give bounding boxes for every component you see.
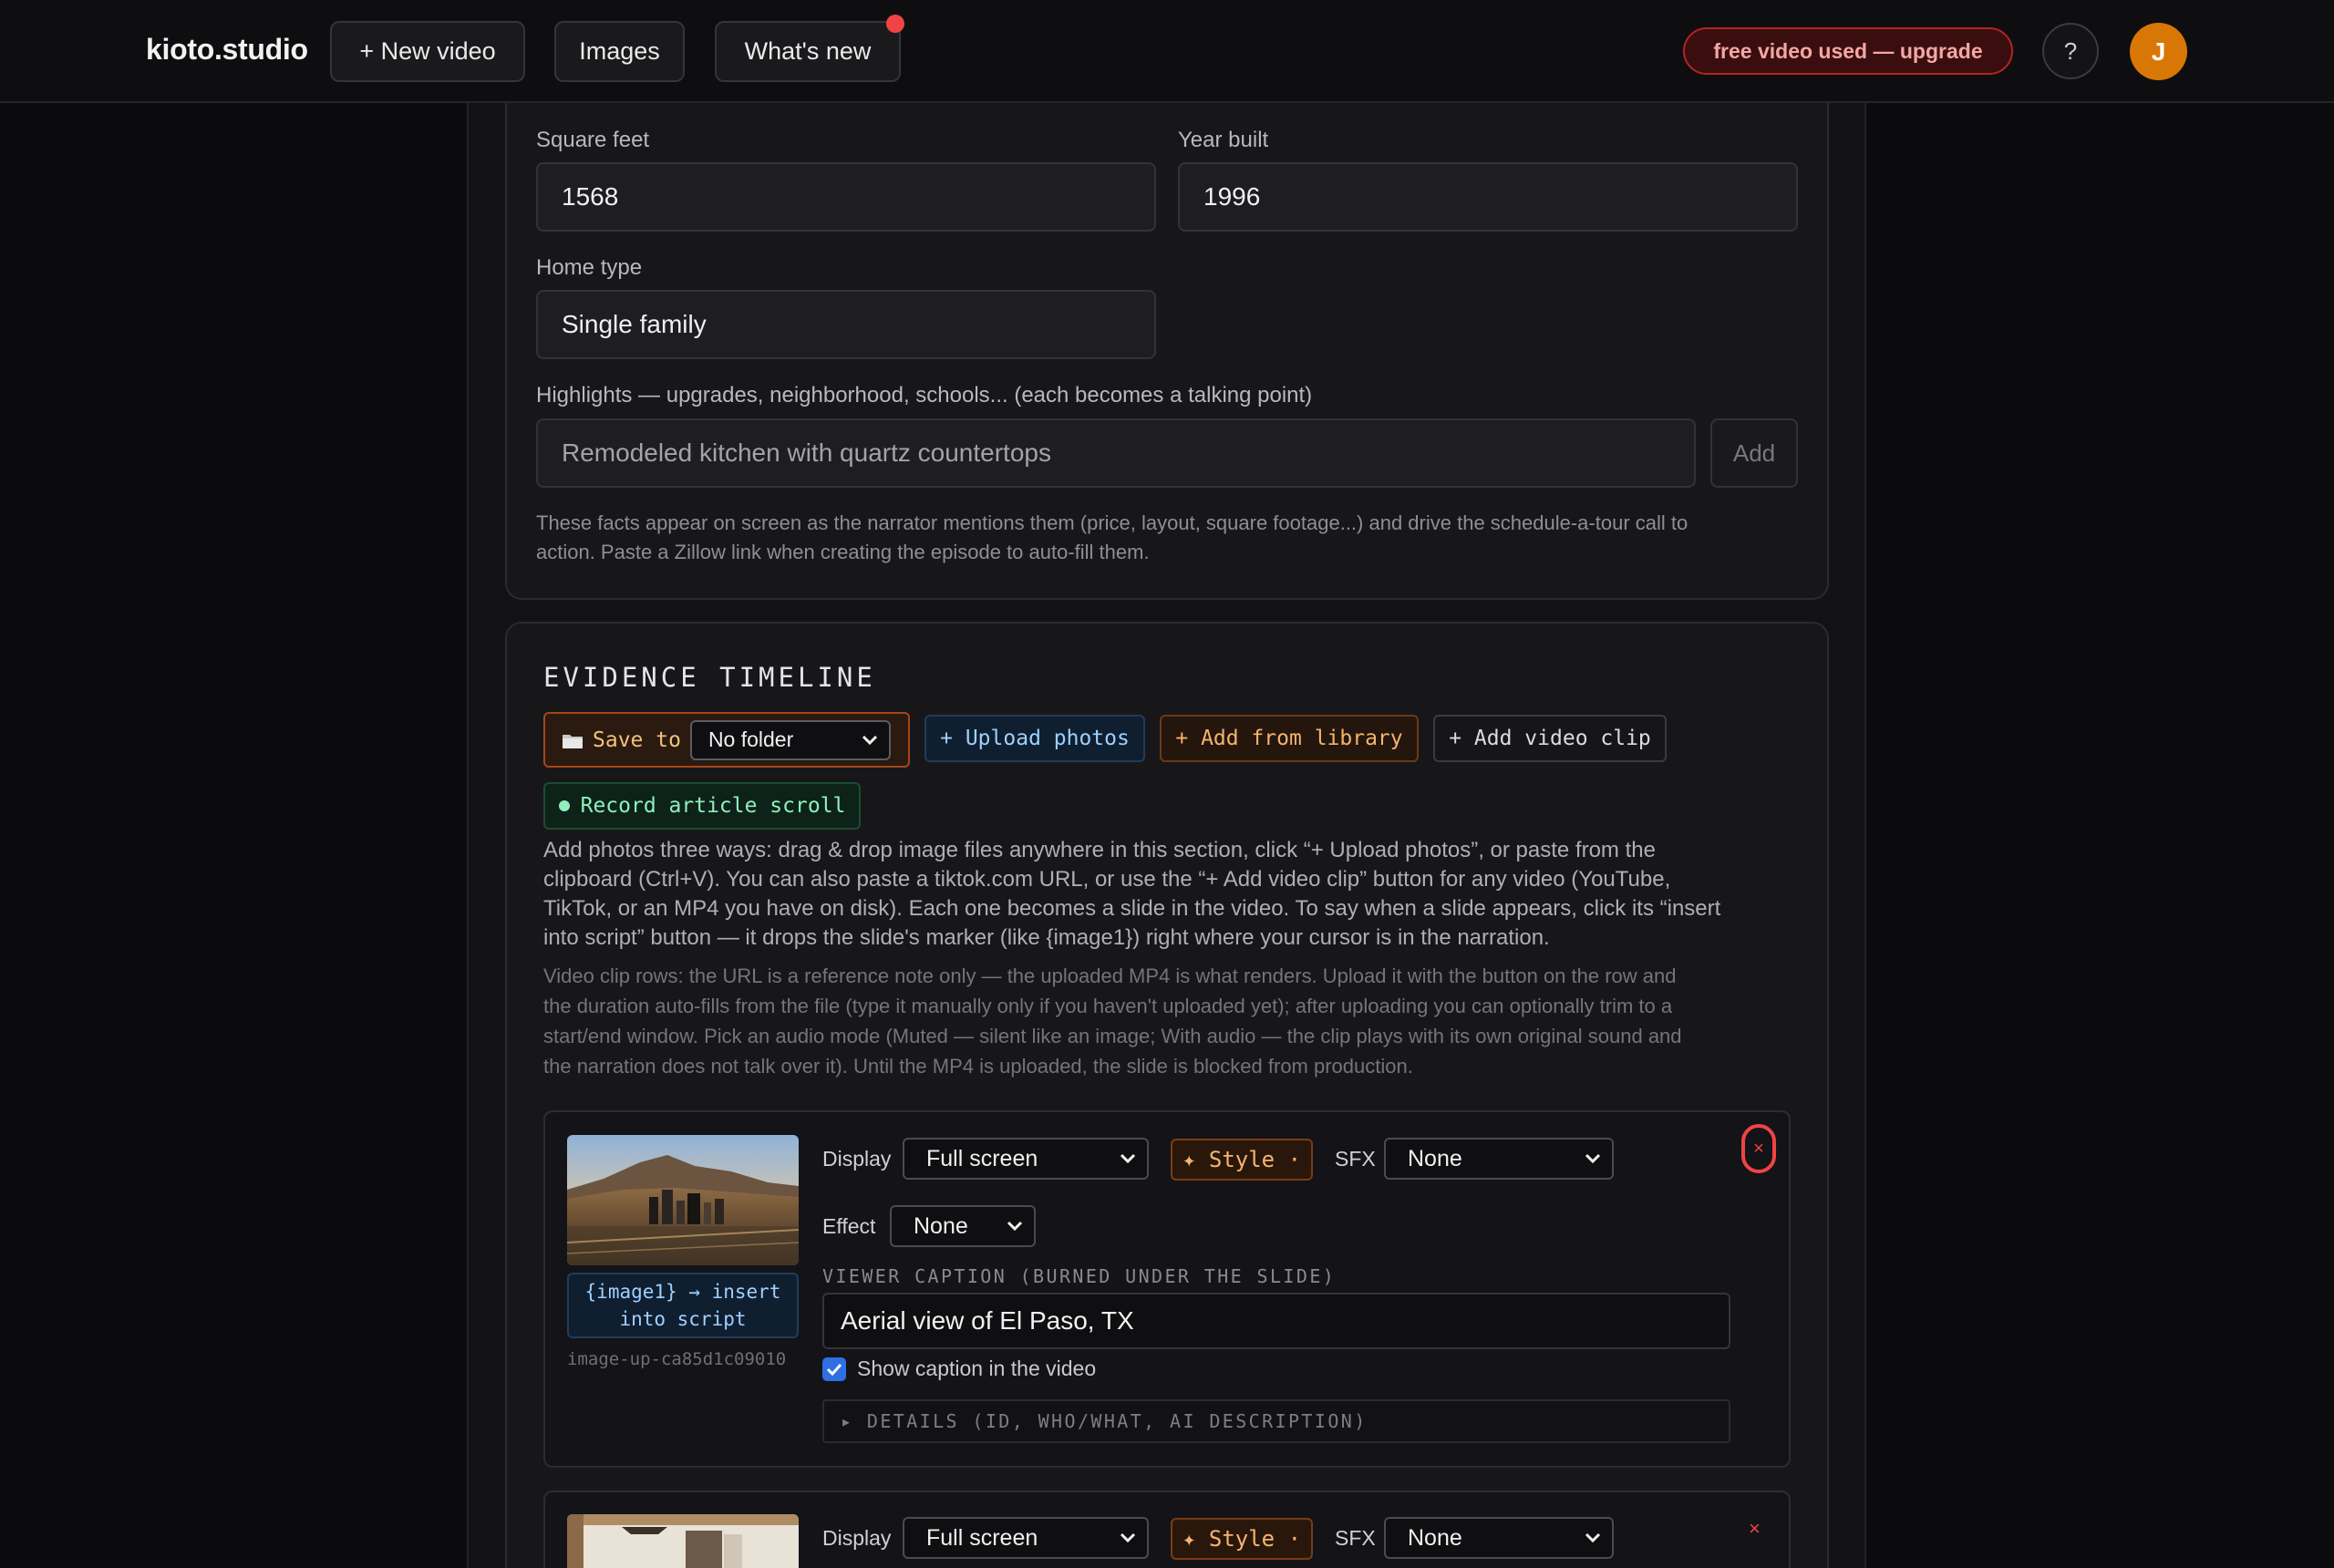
images-button[interactable]: Images — [554, 21, 685, 82]
sfx-label: SFX — [1335, 1147, 1376, 1171]
add-video-clip-button[interactable]: + Add video clip — [1433, 715, 1667, 762]
style-button[interactable]: ✦ Style · — [1171, 1518, 1313, 1560]
chevron-down-icon — [862, 735, 877, 745]
effect-label: Effect — [822, 1214, 876, 1238]
record-dot-icon — [558, 800, 570, 811]
remove-slide-button[interactable]: × — [1741, 1124, 1776, 1173]
details-toggle[interactable]: ▸ DETAILS (ID, WHO/WHAT, AI DESCRIPTION) — [822, 1399, 1730, 1443]
notification-dot — [886, 15, 904, 33]
instruction-line: into script” button — it drops the slide… — [543, 925, 1550, 950]
folder-select-value: No folder — [707, 727, 794, 751]
show-caption-checkbox[interactable] — [822, 1357, 846, 1381]
note-line: the duration auto-fills from the file (t… — [543, 995, 1673, 1017]
folder-select[interactable]: No folder — [689, 719, 891, 760]
instruction-line: Add photos three ways: drag & drop image… — [543, 838, 1656, 862]
note-line: Video clip rows: the URL is a reference … — [543, 965, 1677, 987]
save-to-control: Save to No folder — [543, 712, 910, 768]
show-caption-label[interactable]: Show caption in the video — [857, 1357, 1096, 1381]
folder-icon — [562, 732, 584, 748]
chevron-down-icon — [1120, 1153, 1136, 1164]
square-feet-input[interactable]: 1568 — [536, 162, 1156, 232]
display-select-value: Full screen — [926, 1524, 1038, 1551]
note-line: the narration does not talk over it). Un… — [543, 1055, 1413, 1078]
whats-new-button[interactable]: What's new — [715, 15, 904, 82]
remove-slide-button[interactable]: × — [1749, 1517, 1761, 1541]
slide-thumbnail[interactable] — [567, 1135, 799, 1265]
sfx-select-value: None — [1408, 1524, 1462, 1551]
slide-thumbnail[interactable] — [567, 1514, 799, 1568]
property-hint: These facts appear on screen as the narr… — [536, 509, 1794, 567]
evidence-instructions: Add photos three ways: drag & drop image… — [543, 836, 1792, 953]
year-built-label: Year built — [1178, 128, 1269, 152]
upload-photos-button[interactable]: + Upload photos — [924, 715, 1145, 762]
add-from-library-button[interactable]: + Add from library — [1160, 715, 1419, 762]
chevron-down-icon — [1007, 1221, 1023, 1232]
display-select[interactable]: Full screen — [903, 1517, 1149, 1559]
year-built-input[interactable]: 1996 — [1178, 162, 1798, 232]
insert-line: into script — [619, 1308, 747, 1330]
upgrade-button[interactable]: free video used — upgrade — [1683, 27, 2013, 75]
square-feet-label: Square feet — [536, 128, 650, 152]
sfx-select[interactable]: None — [1384, 1517, 1614, 1559]
interior-image — [567, 1514, 799, 1568]
video-clip-notes: Video clip rows: the URL is a reference … — [543, 961, 1792, 1081]
home-type-label: Home type — [536, 255, 643, 280]
record-scroll-button[interactable]: Record article scroll — [543, 782, 861, 830]
whats-new-label: What's new — [744, 37, 872, 65]
note-line: start/end window. Pick an audio mode (Mu… — [543, 1025, 1682, 1047]
top-bar: kioto.studio + New video Images What's n… — [0, 0, 2334, 103]
insert-line: {image1} → insert — [584, 1281, 781, 1303]
viewer-caption-label: VIEWER CAPTION (BURNED UNDER THE SLIDE) — [822, 1265, 1337, 1287]
sfx-select[interactable]: None — [1384, 1138, 1614, 1180]
display-select[interactable]: Full screen — [903, 1138, 1149, 1180]
chevron-down-icon — [1585, 1153, 1601, 1164]
property-hint-line: action. Paste a Zillow link when creatin… — [536, 541, 1150, 563]
save-to-label: Save to — [593, 727, 681, 752]
display-label: Display — [822, 1526, 892, 1550]
insert-into-script-button[interactable]: {image1} → insert into script — [567, 1273, 799, 1338]
style-button[interactable]: ✦ Style · — [1171, 1139, 1313, 1181]
brand-logo[interactable]: kioto.studio — [146, 33, 308, 67]
highlights-label: Highlights — upgrades, neighborhood, sch… — [536, 383, 1313, 407]
avatar[interactable]: J — [2130, 23, 2187, 80]
checkmark-icon — [826, 1363, 842, 1376]
home-type-input[interactable]: Single family — [536, 290, 1156, 359]
evidence-timeline-title: EVIDENCE TIMELINE — [543, 662, 876, 693]
highlights-input[interactable]: Remodeled kitchen with quartz countertop… — [536, 418, 1696, 488]
effect-select[interactable]: None — [890, 1205, 1036, 1247]
new-video-button[interactable]: + New video — [330, 21, 525, 82]
property-hint-line: These facts appear on screen as the narr… — [536, 511, 1689, 534]
record-scroll-label: Record article scroll — [580, 794, 846, 818]
help-button[interactable]: ? — [2042, 23, 2099, 79]
chevron-down-icon — [1120, 1532, 1136, 1543]
effect-select-value: None — [914, 1212, 968, 1239]
chevron-down-icon — [1585, 1532, 1601, 1543]
instruction-line: TikTok, or an MP4 you have on disk). Eac… — [543, 896, 1721, 921]
sfx-select-value: None — [1408, 1145, 1462, 1171]
viewer-caption-input[interactable]: Aerial view of El Paso, TX — [822, 1293, 1730, 1349]
sfx-label: SFX — [1335, 1526, 1376, 1550]
display-label: Display — [822, 1147, 892, 1171]
image-id: image-up-ca85d1c09010 — [567, 1349, 787, 1369]
instruction-line: clipboard (Ctrl+V). You can also paste a… — [543, 867, 1671, 892]
add-highlight-button[interactable]: Add — [1710, 418, 1798, 488]
display-select-value: Full screen — [926, 1145, 1038, 1171]
city-aerial-image — [567, 1135, 799, 1265]
